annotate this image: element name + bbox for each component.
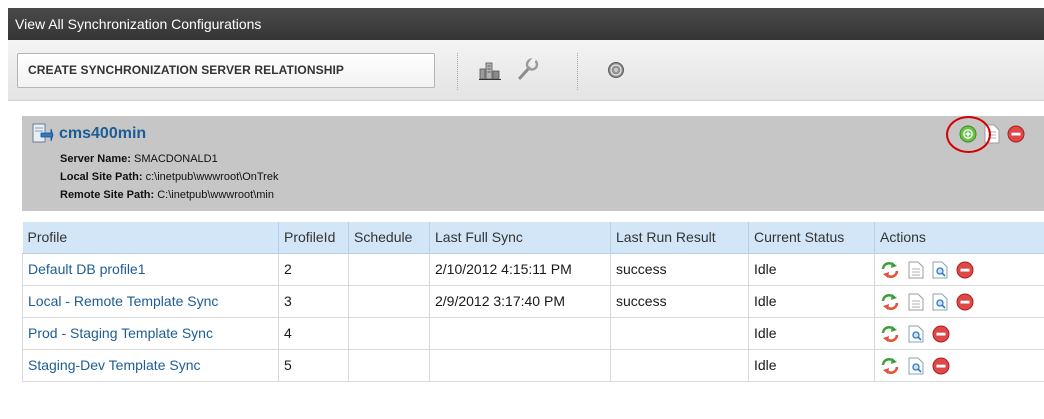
- local-path-value: c:\inetpub\wwwroot\OnTrek: [145, 171, 279, 183]
- column-header-schedule[interactable]: Schedule: [348, 222, 430, 254]
- preview-icon[interactable]: [932, 261, 948, 279]
- last-run-result: [610, 316, 749, 350]
- wrench-icon[interactable]: [517, 57, 539, 81]
- page-title: View All Synchronization Configurations: [15, 16, 262, 32]
- profile-schedule: [348, 348, 430, 382]
- table-header-row: Profile ProfileId Schedule Last Full Syn…: [22, 222, 1044, 254]
- last-run-result: success: [610, 252, 749, 286]
- toolbar-separator: [457, 53, 458, 90]
- last-run-result: success: [610, 284, 749, 318]
- table-row: Default DB profile1 2 2/10/2012 4:15:11 …: [22, 252, 1044, 286]
- profile-name-link[interactable]: Default DB profile1: [22, 252, 279, 286]
- last-full-sync: [429, 316, 611, 350]
- row-actions: [874, 316, 1044, 350]
- help-icon[interactable]: [607, 61, 625, 79]
- sync-icon[interactable]: [880, 325, 900, 343]
- sync-icon[interactable]: [880, 293, 900, 311]
- table-row: Local - Remote Template Sync 3 2/9/2012 …: [22, 284, 1044, 318]
- table-row: Staging-Dev Template Sync 5 Idle: [22, 348, 1044, 382]
- server-name-label: Server Name:: [60, 153, 131, 165]
- column-header-current-status[interactable]: Current Status: [748, 222, 875, 254]
- row-actions: [874, 284, 1044, 318]
- page-title-bar: View All Synchronization Configurations: [8, 8, 1044, 40]
- server-name-value: SMACDONALD1: [134, 153, 218, 165]
- last-full-sync: 2/9/2012 3:17:40 PM: [429, 284, 611, 318]
- highlight-circle: [946, 116, 991, 153]
- delete-icon[interactable]: [1007, 125, 1025, 143]
- column-header-last-run-result[interactable]: Last Run Result: [610, 222, 749, 254]
- profile-id: 2: [278, 252, 349, 286]
- profile-id: 3: [278, 284, 349, 318]
- preview-icon[interactable]: [908, 325, 924, 343]
- local-path-label: Local Site Path:: [60, 171, 143, 183]
- profile-schedule: [348, 284, 430, 318]
- profile-name-link[interactable]: Prod - Staging Template Sync: [22, 316, 279, 350]
- last-run-result: [610, 348, 749, 382]
- column-header-last-full-sync[interactable]: Last Full Sync: [429, 222, 611, 254]
- server-name-link[interactable]: cms400min: [59, 125, 146, 143]
- delete-icon[interactable]: [932, 325, 950, 343]
- last-full-sync: [429, 348, 611, 382]
- sync-icon[interactable]: [880, 357, 900, 375]
- local-path-row: Local Site Path: c:\inetpub\wwwroot\OnTr…: [60, 171, 278, 183]
- sync-icon[interactable]: [880, 261, 900, 279]
- delete-icon[interactable]: [932, 357, 950, 375]
- last-full-sync: 2/10/2012 4:15:11 PM: [429, 252, 611, 286]
- column-header-profileid[interactable]: ProfileId: [278, 222, 349, 254]
- server-relationship-panel: cms400min Server Name: SMACDONALD1 Local…: [22, 116, 1044, 211]
- profile-schedule: [348, 252, 430, 286]
- current-status: Idle: [748, 252, 875, 286]
- remote-path-label: Remote Site Path:: [60, 189, 155, 201]
- server-name-row: Server Name: SMACDONALD1: [60, 153, 218, 165]
- profile-schedule: [348, 316, 430, 350]
- current-status: Idle: [748, 284, 875, 318]
- preview-icon[interactable]: [932, 293, 948, 311]
- table-row: Prod - Staging Template Sync 4 Idle: [22, 316, 1044, 350]
- profile-name-link[interactable]: Local - Remote Template Sync: [22, 284, 279, 318]
- create-sync-relationship-button[interactable]: CREATE SYNCHRONIZATION SERVER RELATIONSH…: [17, 53, 435, 88]
- delete-icon[interactable]: [956, 261, 974, 279]
- delete-icon[interactable]: [956, 293, 974, 311]
- profile-name-link[interactable]: Staging-Dev Template Sync: [22, 348, 279, 382]
- row-actions: [874, 348, 1044, 382]
- toolbar-separator: [577, 53, 578, 90]
- preview-icon[interactable]: [908, 357, 924, 375]
- column-header-profile[interactable]: Profile: [22, 222, 279, 254]
- document-icon[interactable]: [908, 293, 924, 311]
- current-status: Idle: [748, 316, 875, 350]
- current-status: Idle: [748, 348, 875, 382]
- document-icon[interactable]: [908, 261, 924, 279]
- server-sync-icon: [32, 123, 54, 143]
- remote-path-value: C:\inetpub\wwwroot\min: [157, 189, 274, 201]
- remote-path-row: Remote Site Path: C:\inetpub\wwwroot\min: [60, 189, 274, 201]
- profiles-table: Profile ProfileId Schedule Last Full Syn…: [22, 222, 1044, 382]
- column-header-actions: Actions: [874, 222, 1044, 254]
- profile-id: 4: [278, 316, 349, 350]
- row-actions: [874, 252, 1044, 286]
- profile-id: 5: [278, 348, 349, 382]
- toolbar: CREATE SYNCHRONIZATION SERVER RELATIONSH…: [8, 40, 1044, 101]
- statistics-icon[interactable]: [479, 60, 505, 80]
